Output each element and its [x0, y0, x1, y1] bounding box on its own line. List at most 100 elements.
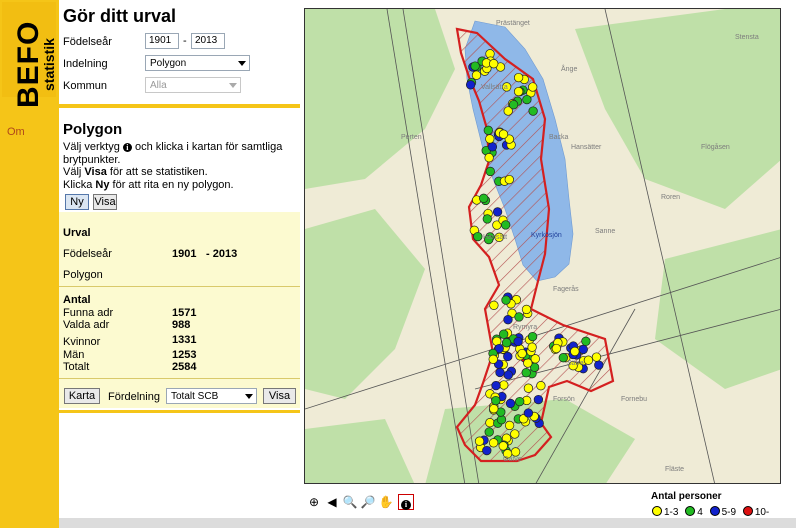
- person-marker: [514, 312, 524, 322]
- count-value: 1331: [172, 334, 197, 346]
- distribution-label: Fördelning: [108, 391, 160, 403]
- instr-bold: Ny: [95, 178, 110, 191]
- chevron-down-icon: [229, 83, 237, 88]
- person-marker: [499, 329, 509, 339]
- person-marker: [485, 166, 495, 177]
- instr-text: för att se statistiken.: [109, 166, 208, 178]
- place-label: Roren: [661, 194, 680, 201]
- map-canvas[interactable]: Prästänget Ånge Vallsätra Stensta Perten…: [305, 9, 781, 484]
- person-marker: [510, 447, 521, 457]
- person-marker: [528, 82, 538, 92]
- count-label: Kvinnor: [63, 336, 101, 348]
- map-button[interactable]: Karta: [64, 388, 100, 404]
- befo-logo: BEFO statistik: [2, 2, 57, 108]
- legend-item: 4: [685, 506, 703, 518]
- brand-strip: BEFO statistik Om: [0, 0, 59, 528]
- person-marker: [528, 106, 538, 116]
- person-marker: [491, 395, 501, 406]
- year-to-input[interactable]: 2013: [191, 33, 225, 49]
- person-marker: [498, 129, 509, 139]
- person-marker: [487, 142, 498, 152]
- bottom-scrollbar[interactable]: [59, 518, 796, 528]
- person-marker: [527, 342, 537, 352]
- person-marker: [489, 59, 499, 69]
- person-marker: [508, 100, 519, 110]
- person-marker: [501, 220, 511, 230]
- legend-label: 1-3: [664, 507, 679, 518]
- person-marker: [504, 174, 514, 185]
- person-marker: [523, 358, 533, 368]
- person-marker: [522, 94, 532, 105]
- place-label: Fagerås: [553, 285, 579, 293]
- person-marker: [581, 336, 591, 346]
- person-marker: [488, 354, 498, 364]
- chevron-down-icon: [238, 61, 246, 66]
- person-marker: [501, 338, 512, 348]
- section-divider: [59, 410, 300, 413]
- new-polygon-button[interactable]: Ny: [65, 194, 89, 210]
- person-marker: [533, 394, 544, 405]
- person-marker: [517, 348, 527, 359]
- info-icon[interactable]: i: [398, 494, 414, 510]
- person-marker: [498, 441, 508, 451]
- count-label: Män: [63, 349, 85, 361]
- legend: 1-3 4 5-9 10-: [652, 506, 773, 518]
- person-marker: [578, 344, 588, 355]
- place-label: Perten: [401, 134, 422, 141]
- distribution-select[interactable]: Totalt SCB: [166, 388, 257, 404]
- person-marker: [474, 436, 485, 446]
- birth-year-label: Födelseår: [63, 36, 112, 48]
- person-marker: [521, 368, 531, 378]
- person-marker: [470, 61, 480, 71]
- legend-label: 4: [697, 507, 703, 518]
- count-value: 988: [172, 319, 191, 331]
- count-heading: Antal: [63, 294, 91, 306]
- division-label: Indelning: [63, 58, 108, 70]
- count-label: Totalt: [63, 361, 90, 373]
- instr-text: för att rita en ny polygon.: [112, 178, 234, 191]
- person-marker: [536, 381, 546, 391]
- person-marker: [501, 295, 511, 305]
- section-divider: [59, 104, 300, 108]
- legend-item: 5-9: [709, 506, 736, 518]
- person-marker: [499, 380, 509, 390]
- place-label: Fläste: [665, 466, 684, 473]
- person-marker: [570, 346, 580, 357]
- zoom-full-icon[interactable]: ⊕: [306, 494, 322, 510]
- person-marker: [504, 420, 515, 431]
- place-label: Sanne: [595, 228, 615, 235]
- hand-pan-icon[interactable]: ✋: [378, 494, 394, 510]
- person-marker: [495, 367, 505, 378]
- pan-back-icon[interactable]: ◀: [324, 494, 340, 510]
- place-label: Flögåsen: [701, 143, 730, 151]
- show-polygon-button[interactable]: Visa: [93, 194, 117, 210]
- person-marker: [471, 70, 482, 80]
- division-select[interactable]: Polygon: [145, 55, 250, 71]
- municipality-select[interactable]: Alla: [145, 77, 241, 93]
- zoom-out-icon[interactable]: 🔎: [360, 494, 376, 510]
- zoom-in-icon[interactable]: 🔍: [342, 494, 358, 510]
- person-marker: [510, 429, 520, 439]
- person-marker: [503, 351, 513, 362]
- person-marker: [485, 418, 495, 428]
- person-marker: [492, 207, 503, 217]
- place-label: Vallsätra: [481, 84, 508, 91]
- summary-birth-to: - 2013: [206, 248, 238, 260]
- place-label: Fornebu: [621, 396, 647, 403]
- about-link[interactable]: Om: [7, 126, 25, 138]
- place-label: Stensta: [735, 34, 759, 41]
- place-label: Hansätt: [483, 234, 507, 241]
- yellow-dot-icon: [652, 506, 662, 516]
- place-label: Hansätter: [571, 144, 602, 151]
- show-distribution-button[interactable]: Visa: [263, 388, 296, 404]
- green-dot-icon: [685, 506, 696, 516]
- person-marker: [484, 153, 494, 163]
- instr-bold: Visa: [84, 166, 107, 178]
- year-from-input[interactable]: 1901: [145, 33, 179, 49]
- place-label: Gatve: [503, 456, 522, 463]
- chevron-down-icon: [245, 394, 253, 399]
- person-marker: [591, 352, 602, 362]
- map-view[interactable]: Prästänget Ånge Vallsätra Stensta Perten…: [304, 8, 781, 484]
- person-marker: [491, 380, 501, 391]
- distribution-value: Totalt SCB: [171, 391, 219, 402]
